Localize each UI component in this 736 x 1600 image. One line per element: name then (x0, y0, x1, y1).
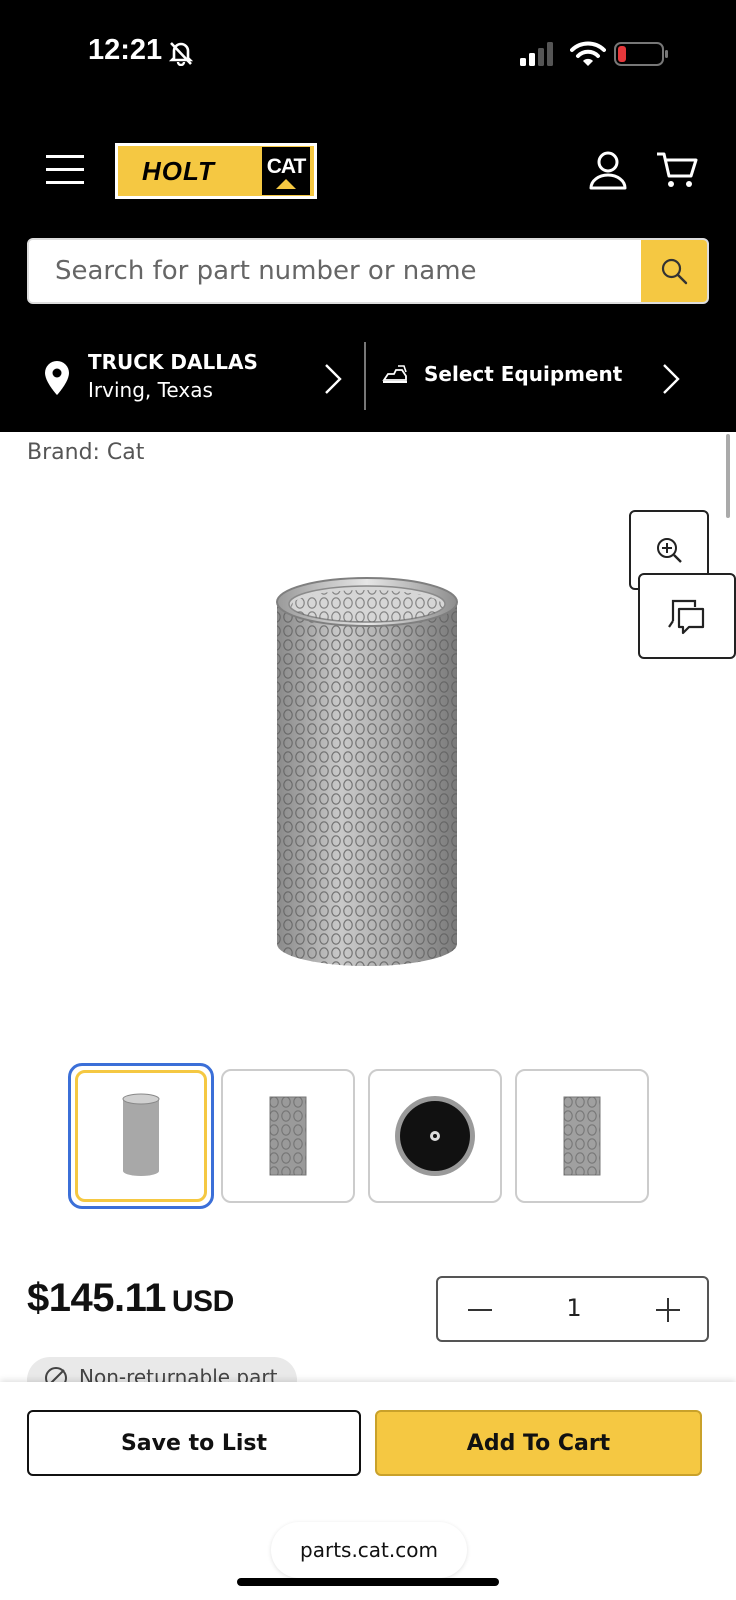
status-time: 12:21 (88, 34, 163, 66)
filter-front-thumbnail (269, 1096, 307, 1176)
filter-side-thumbnail (122, 1093, 160, 1176)
browser-url-bar[interactable]: parts.cat.com (271, 1522, 467, 1578)
product-brand: Brand: Cat (27, 440, 145, 465)
equipment-icon (382, 365, 407, 383)
search-bar (27, 238, 709, 304)
location-pin-icon (45, 361, 69, 395)
battery-low-icon (614, 42, 668, 66)
add-to-cart-button[interactable]: Add To Cart (375, 1410, 702, 1476)
logo-cat-text: CAT (266, 155, 307, 178)
chevron-right-icon (663, 364, 680, 394)
logo-holt-text: HOLT (142, 155, 215, 186)
bell-muted-icon (168, 42, 194, 66)
product-price: $145.11 USD (27, 1276, 234, 1321)
home-indicator[interactable] (237, 1578, 499, 1586)
decrease-quantity-button[interactable] (458, 1288, 502, 1332)
store-name: TRUCK DALLAS (88, 350, 258, 374)
increase-quantity-button[interactable] (646, 1288, 690, 1332)
plus-icon (656, 1298, 680, 1322)
thumbnail-4[interactable] (515, 1069, 649, 1203)
thumbnail-strip (68, 1063, 658, 1209)
zoom-in-icon (657, 538, 682, 563)
filter-back-thumbnail (563, 1096, 601, 1176)
select-equipment-label: Select Equipment (424, 362, 623, 386)
thumbnail-1-frame (75, 1070, 207, 1202)
filter-top-thumbnail (395, 1096, 475, 1176)
cellular-signal-icon (520, 42, 553, 66)
save-to-list-button[interactable]: Save to List (27, 1410, 361, 1476)
scrollbar[interactable] (726, 434, 730, 518)
price-amount: $145.11 (27, 1276, 166, 1320)
search-button[interactable] (641, 240, 707, 302)
hamburger-menu-icon[interactable] (46, 152, 86, 188)
divider (364, 342, 366, 410)
compare-button[interactable] (638, 573, 736, 659)
logo-triangle (276, 179, 296, 189)
thumbnail-2[interactable] (221, 1069, 355, 1203)
search-icon (661, 258, 688, 285)
wifi-icon (570, 41, 606, 66)
cart-icon[interactable] (656, 150, 698, 190)
thumbnail-3[interactable] (368, 1069, 502, 1203)
store-equipment-row: TRUCK DALLAS Irving, Texas Select Equipm… (0, 340, 736, 420)
quantity-value[interactable]: 1 (538, 1294, 610, 1322)
quantity-stepper: 1 (436, 1276, 709, 1342)
compare-chat-icon (668, 599, 705, 635)
price-currency: USD (171, 1285, 234, 1318)
minus-icon (468, 1309, 492, 1311)
logo-cat-block: CAT (262, 147, 310, 195)
thumbnail-1[interactable] (68, 1063, 214, 1209)
search-input[interactable] (29, 240, 641, 302)
account-icon[interactable] (588, 150, 628, 190)
store-city: Irving, Texas (88, 378, 213, 402)
product-image[interactable] (270, 568, 464, 980)
site-header: 12:21 HOLT CAT Search for part number or… (0, 0, 736, 432)
chevron-right-icon (325, 364, 342, 394)
holt-cat-logo[interactable]: HOLT CAT (115, 143, 317, 199)
